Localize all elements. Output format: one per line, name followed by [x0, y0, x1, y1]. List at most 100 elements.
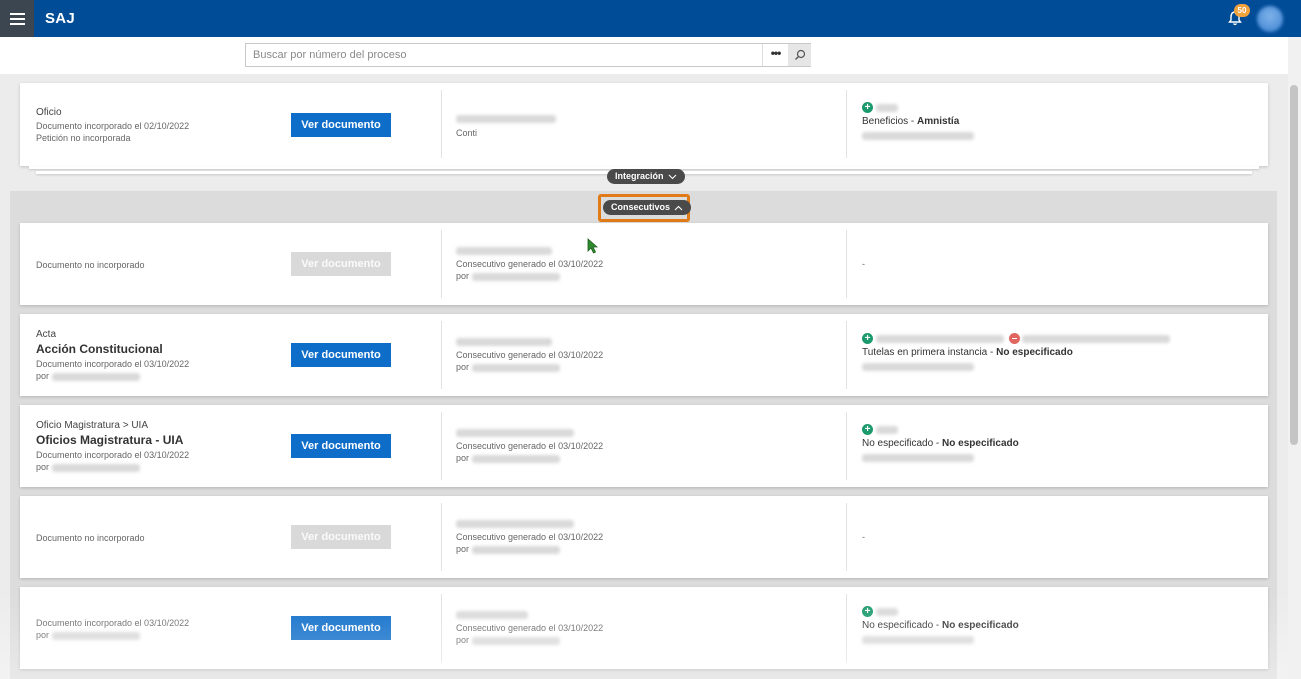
document-card: Oficio Magistratura > UIA Oficios Magist… — [20, 405, 1268, 487]
redacted-text — [862, 131, 974, 140]
classification-label: No especificado - — [862, 620, 943, 632]
ver-documento-button[interactable]: Ver documento — [291, 113, 391, 137]
hamburger-menu-button[interactable] — [0, 0, 34, 37]
plus-circle-icon[interactable]: + — [862, 424, 873, 435]
classification-value: No especificado — [942, 620, 1019, 632]
divider — [846, 90, 847, 158]
empty-classification: - — [862, 532, 865, 542]
redacted-text — [456, 337, 552, 346]
por-label: por — [36, 630, 50, 640]
ver-documento-button[interactable]: Ver documento — [291, 616, 391, 640]
document-meta: Documento no incorporado — [36, 533, 145, 543]
scroll-thumb[interactable] — [1290, 85, 1298, 445]
ver-documento-button[interactable]: Ver documento — [291, 252, 391, 276]
redacted-text — [456, 428, 574, 437]
redacted-text — [51, 372, 140, 381]
por-label: por — [456, 362, 470, 372]
document-card: Acta Acción Constitucional Documento inc… — [20, 314, 1268, 396]
chevron-up-icon — [674, 205, 683, 210]
document-title: Oficios Magistratura - UIA — [36, 433, 184, 447]
classification-label: Beneficios - — [862, 116, 918, 128]
redacted-text — [862, 635, 974, 644]
redacted-text — [862, 362, 974, 371]
redacted-text — [471, 272, 560, 281]
redacted-text — [471, 636, 560, 645]
por-label: por — [456, 635, 470, 645]
plus-circle-icon[interactable]: + — [862, 333, 873, 344]
minus-circle-icon[interactable] — [1008, 333, 1020, 344]
petition-status: Petición no incorporada — [36, 133, 131, 143]
redacted-text — [456, 610, 528, 619]
ver-documento-button[interactable]: Ver documento — [291, 434, 391, 458]
redacted-text — [456, 519, 574, 528]
classification-value: No especificado — [996, 347, 1073, 359]
por-label: por — [456, 544, 470, 554]
consecutivo-text: Conti — [456, 128, 478, 138]
chevron-down-icon — [668, 174, 676, 179]
integracion-toggle[interactable]: Integración — [607, 169, 685, 184]
redacted-text — [51, 631, 140, 640]
redacted-text — [875, 425, 898, 434]
divider — [441, 90, 442, 158]
divider — [441, 503, 442, 571]
divider — [846, 594, 847, 662]
consecutivo-text: Consecutivo generado el 03/10/2022 — [456, 350, 604, 360]
divider — [441, 230, 442, 298]
divider — [846, 503, 847, 571]
plus-circle-icon[interactable]: + — [862, 606, 873, 617]
more-options-button[interactable]: ••• — [762, 44, 788, 66]
redacted-text — [862, 453, 974, 462]
classification-value: Amnistía — [917, 116, 960, 128]
document-card: Documento incorporado el 03/10/2022 por … — [20, 587, 1268, 669]
divider — [846, 412, 847, 480]
search-icon — [794, 49, 805, 60]
consecutivos-label: Consecutivos — [611, 202, 671, 212]
avatar[interactable] — [1257, 6, 1283, 32]
consecutivo-text: Consecutivo generado el 03/10/2022 — [456, 259, 604, 269]
document-card: Oficio Documento incorporado el 02/10/20… — [20, 83, 1268, 166]
ver-documento-button[interactable]: Ver documento — [291, 525, 391, 549]
document-type: Oficio Magistratura > UIA — [36, 420, 148, 431]
redacted-text — [875, 334, 1004, 343]
integracion-label: Integración — [615, 171, 664, 181]
document-type: Acta — [36, 329, 57, 340]
document-meta: Documento no incorporado — [36, 260, 145, 270]
redacted-text — [875, 103, 898, 112]
search-button[interactable] — [788, 44, 811, 66]
por-label: por — [36, 371, 50, 381]
classification-value: No especificado — [942, 438, 1019, 450]
scrollbar[interactable] — [1288, 37, 1301, 679]
app-title: SAJ — [45, 10, 76, 27]
consecutivos-toggle[interactable]: Consecutivos — [603, 200, 692, 215]
divider — [441, 594, 442, 662]
mouse-cursor-icon — [587, 238, 598, 254]
consecutivo-text: Consecutivo generado el 03/10/2022 — [456, 623, 604, 633]
search-input[interactable] — [246, 44, 762, 66]
divider — [846, 230, 847, 298]
document-meta: Documento incorporado el 02/10/2022 — [36, 121, 190, 131]
redacted-text — [471, 545, 560, 554]
redacted-text — [51, 463, 140, 472]
classification-label: Tutelas en primera instancia - — [862, 347, 997, 359]
empty-classification: - — [862, 259, 865, 269]
redacted-text — [456, 114, 556, 123]
por-label: por — [456, 271, 470, 281]
redacted-text — [1022, 334, 1171, 343]
document-type: Oficio — [36, 107, 62, 118]
search-box: ••• — [245, 43, 811, 67]
plus-circle-icon[interactable]: + — [862, 102, 873, 113]
ver-documento-button[interactable]: Ver documento — [291, 343, 391, 367]
document-card: Documento no incorporado Ver documento C… — [20, 496, 1268, 578]
search-bar-area: ••• — [0, 37, 1288, 74]
divider — [441, 321, 442, 389]
redacted-text — [471, 363, 560, 372]
consecutivo-text: Consecutivo generado el 03/10/2022 — [456, 441, 604, 451]
document-title: Acción Constitucional — [36, 342, 163, 356]
document-meta: Documento incorporado el 03/10/2022 — [36, 359, 190, 369]
divider — [441, 412, 442, 480]
classification-label: No especificado - — [862, 438, 943, 450]
document-card: Documento no incorporado Ver documento C… — [20, 223, 1268, 305]
por-label: por — [36, 462, 50, 472]
redacted-text — [471, 454, 560, 463]
document-meta: Documento incorporado el 03/10/2022 — [36, 450, 190, 460]
